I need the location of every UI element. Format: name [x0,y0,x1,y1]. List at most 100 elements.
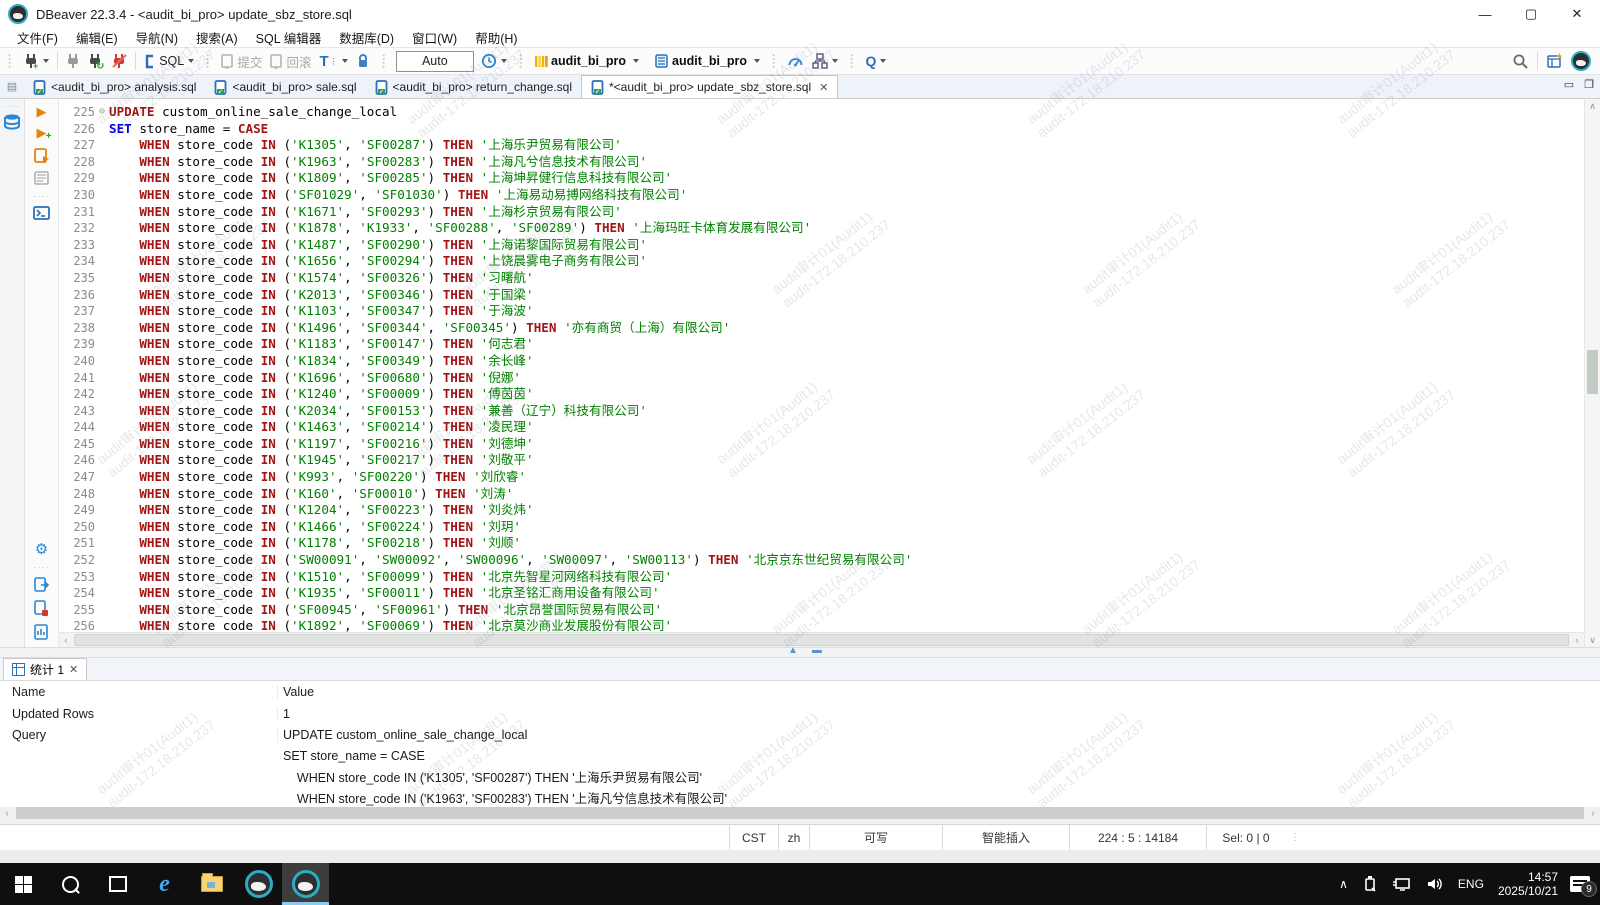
minimize-editor-icon[interactable]: ▭ [1564,78,1574,91]
diagram-button[interactable] [809,52,841,70]
sql-console-icon[interactable] [33,206,50,220]
scroll-right-icon[interactable]: › [1586,808,1600,818]
editor-area-icon[interactable]: ▤ [0,75,24,98]
fold-marker[interactable]: ⊖ [95,104,109,121]
sql-editor-type-button[interactable]: SQL [141,53,197,70]
code-line-235[interactable]: 235 WHEN store_code IN ('K1574', 'SF0032… [59,270,1584,287]
code-line-253[interactable]: 253 WHEN store_code IN ('K1510', 'SF0009… [59,569,1584,586]
new-connection-button[interactable]: + [20,52,52,70]
code-line-251[interactable]: 251 WHEN store_code IN ('K1178', 'SF0021… [59,535,1584,552]
code-line-227[interactable]: 227 WHEN store_code IN ('K1305', 'SF0028… [59,137,1584,154]
code-line-240[interactable]: 240 WHEN store_code IN ('K1834', 'SF0034… [59,353,1584,370]
stats-row-4[interactable]: WHEN store_code IN ('K1305', 'SF00287') … [0,766,1600,787]
code-line-252[interactable]: 252 WHEN store_code IN ('SW00091', 'SW00… [59,552,1584,569]
connection-caret[interactable] [633,59,639,63]
scroll-down-icon[interactable]: ∨ [1589,633,1596,647]
network-tray-icon[interactable] [1392,876,1412,892]
tab-close-icon[interactable]: ✕ [819,81,828,94]
stats-hscroll-thumb[interactable] [16,807,1584,819]
save-log-icon[interactable] [34,600,49,617]
code-line-246[interactable]: 246 WHEN store_code IN ('K1945', 'SF0021… [59,452,1584,469]
editor-tab-2[interactable]: ✓<audit_bi_pro> sale.sql [205,76,365,98]
stats-tab-close-icon[interactable]: ✕ [69,663,78,676]
statistics-doc-icon[interactable] [34,624,49,640]
volume-tray-icon[interactable] [1426,876,1444,892]
code-line-238[interactable]: 238 WHEN store_code IN ('K1496', 'SF0034… [59,320,1584,337]
scroll-right-icon[interactable]: › [1570,635,1584,645]
code-line-248[interactable]: 248 WHEN store_code IN ('K160', 'SF00010… [59,486,1584,503]
database-navigator-icon[interactable] [3,113,21,131]
stats-row-1[interactable]: Updated Rows1 [0,703,1600,724]
database-caret[interactable] [754,59,760,63]
code-line-237[interactable]: 237 WHEN store_code IN ('K1103', 'SF0034… [59,303,1584,320]
code-line-249[interactable]: 249 WHEN store_code IN ('K1204', 'SF0022… [59,502,1584,519]
maximize-button[interactable]: ▢ [1508,0,1554,28]
menu-item-7[interactable]: 窗口(W) [403,28,466,47]
dbeaver-taskbar-button[interactable] [235,863,282,905]
code-line-229[interactable]: 229 WHEN store_code IN ('K1809', 'SF0028… [59,170,1584,187]
menu-item-8[interactable]: 帮助(H) [466,28,526,47]
transaction-log-caret[interactable] [501,59,507,63]
sql-editor[interactable]: 225⊖UPDATE custom_online_sale_change_loc… [59,99,1584,647]
sql-search-caret[interactable] [880,59,886,63]
menu-item-5[interactable]: SQL 编辑器 [247,28,331,47]
dbeaver-perspective-button[interactable] [1568,50,1594,72]
menu-item-3[interactable]: 导航(N) [127,28,187,47]
stats-tab[interactable]: 统计 1 ✕ [3,658,87,680]
commit-button[interactable]: 提交 [218,51,265,72]
code-line-234[interactable]: 234 WHEN store_code IN ('K1656', 'SF0029… [59,253,1584,270]
tray-expand-icon[interactable]: ∧ [1339,877,1348,891]
editor-tab-4[interactable]: ✓*<audit_bi_pro> update_sbz_store.sql✕ [581,75,838,98]
code-line-243[interactable]: 243 WHEN store_code IN ('K2034', 'SF0015… [59,403,1584,420]
status-segment-5[interactable]: 224 : 5 : 14184 [1069,825,1206,850]
sash-up-icon[interactable]: ▲ [788,645,798,656]
task-view-button[interactable] [94,863,141,905]
sql-editor-type-caret[interactable] [188,59,194,63]
code-line-233[interactable]: 233 WHEN store_code IN ('K1487', 'SF0029… [59,237,1584,254]
sash-down-icon[interactable]: ▬ [812,645,822,656]
scroll-left-icon[interactable]: ‹ [0,808,14,818]
code-line-230[interactable]: 230 WHEN store_code IN ('SF01029', 'SF01… [59,187,1584,204]
code-line-231[interactable]: 231 WHEN store_code IN ('K1671', 'SF0029… [59,204,1584,221]
editor-tab-3[interactable]: ✓<audit_bi_pro> return_change.sql [366,76,581,98]
status-segment-4[interactable]: 智能插入 [942,825,1069,850]
minimize-button[interactable]: — [1462,0,1508,28]
panel-sash[interactable]: ▲▬ [0,647,1600,658]
code-line-225[interactable]: 225⊖UPDATE custom_online_sale_change_loc… [59,104,1584,121]
open-perspective-button[interactable]: ✦ [1543,52,1566,70]
status-segment-6[interactable]: Sel: 0 | 0 [1206,825,1285,850]
database-selector[interactable]: audit_bi_pro [651,52,763,70]
code-line-254[interactable]: 254 WHEN store_code IN ('K1935', 'SF0001… [59,585,1584,602]
dbeaver-taskbar-button-active[interactable] [282,863,329,905]
lock-button[interactable] [353,52,373,70]
execute-statement-icon[interactable]: ▶ [37,105,47,119]
export-result-icon[interactable] [34,577,50,593]
diagram-caret[interactable] [832,59,838,63]
stats-row-2[interactable]: QueryUPDATE custom_online_sale_change_lo… [0,724,1600,745]
global-search-button[interactable] [1509,52,1532,71]
editor-vertical-scrollbar[interactable]: ∧ ∨ [1584,99,1600,647]
code-line-226[interactable]: 226SET store_name = CASE [59,121,1584,138]
disconnect-button[interactable] [109,52,130,70]
code-line-236[interactable]: 236 WHEN store_code IN ('K2013', 'SF0034… [59,287,1584,304]
dashboard-button[interactable] [784,52,807,70]
explain-plan-icon[interactable] [34,171,50,186]
code-line-247[interactable]: 247 WHEN store_code IN ('K993', 'SF00220… [59,469,1584,486]
stats-row-5[interactable]: WHEN store_code IN ('K1963', 'SF00283') … [0,787,1600,807]
taskbar-clock[interactable]: 14:57 2025/10/21 [1498,870,1558,898]
file-explorer-button[interactable] [188,863,235,905]
execute-new-tab-icon[interactable]: ▶ [37,126,47,140]
editor-tab-1[interactable]: ✓<audit_bi_pro> analysis.sql [24,76,205,98]
connection-selector[interactable]: audit_bi_pro [531,53,642,70]
stats-horizontal-scrollbar[interactable]: ‹ › [0,807,1600,819]
code-line-245[interactable]: 245 WHEN store_code IN ('K1197', 'SF0021… [59,436,1584,453]
menu-item-2[interactable]: 编辑(E) [67,28,127,47]
code-area[interactable]: 225⊖UPDATE custom_online_sale_change_loc… [59,99,1584,632]
scroll-up-icon[interactable]: ∧ [1589,99,1596,113]
menu-item-1[interactable]: 文件(F) [8,28,67,47]
scroll-left-icon[interactable]: ‹ [59,635,73,645]
maximize-editor-icon[interactable]: ❐ [1584,78,1594,91]
rollback-button[interactable]: 回滚 [267,51,314,72]
code-line-256[interactable]: 256 WHEN store_code IN ('K1892', 'SF0006… [59,618,1584,632]
vscroll-thumb[interactable] [1587,350,1598,394]
